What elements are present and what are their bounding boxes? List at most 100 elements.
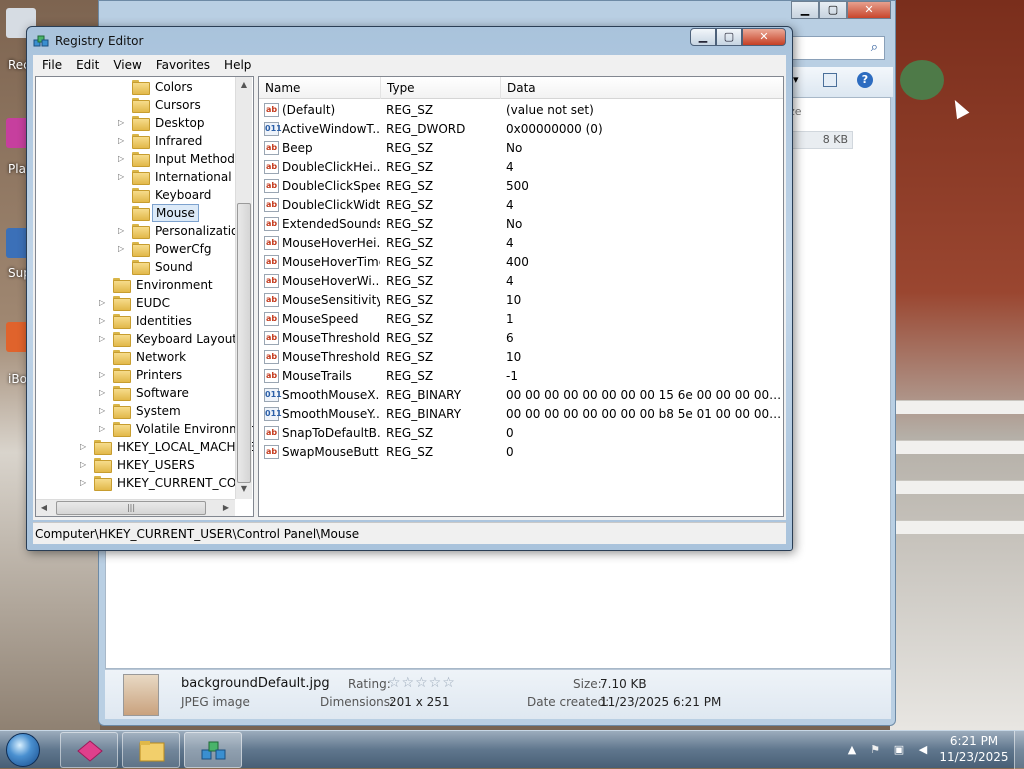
value-row[interactable]: ab MouseHoverTime REG_SZ 400: [259, 253, 783, 272]
search-icon[interactable]: ⌕: [871, 40, 878, 55]
column-header-name[interactable]: Name: [259, 77, 381, 99]
values-list-header: Name Type Data: [259, 77, 783, 99]
explorer-search-box[interactable]: ⌕: [789, 36, 885, 60]
tree-scroll-thumb[interactable]: [237, 203, 251, 483]
expand-arrow-icon[interactable]: ▷: [99, 384, 105, 402]
clock[interactable]: 6:21 PM 11/23/2025: [936, 733, 1012, 765]
start-button[interactable]: [6, 733, 40, 767]
value-row[interactable]: ab MouseSensitivity REG_SZ 10: [259, 291, 783, 310]
taskbar-button-app[interactable]: [60, 732, 118, 768]
action-center-icon[interactable]: ⚑: [868, 743, 882, 757]
expand-arrow-icon[interactable]: ▷: [80, 438, 86, 456]
folder-icon: [132, 188, 150, 203]
expand-arrow-icon[interactable]: ▷: [118, 132, 124, 150]
scroll-right-icon[interactable]: ▶: [218, 500, 234, 516]
value-row[interactable]: ab MouseHoverWi... REG_SZ 4: [259, 272, 783, 291]
desktop-icon-label: iBo: [8, 372, 27, 386]
string-value-icon: ab: [264, 293, 279, 307]
value-type: REG_SZ: [386, 369, 434, 383]
value-row[interactable]: ab MouseThreshold2 REG_SZ 10: [259, 348, 783, 367]
value-row[interactable]: ab MouseSpeed REG_SZ 1: [259, 310, 783, 329]
value-row[interactable]: ab ExtendedSounds REG_SZ No: [259, 215, 783, 234]
taskbar-button-regedit[interactable]: [184, 732, 242, 768]
network-icon[interactable]: ▣: [892, 743, 906, 757]
scroll-down-icon[interactable]: ▼: [236, 481, 252, 497]
close-button[interactable]: ✕: [742, 28, 786, 46]
menu-edit[interactable]: Edit: [69, 58, 106, 72]
folder-icon: [94, 440, 112, 455]
menu-view[interactable]: View: [106, 58, 148, 72]
tree-vertical-scrollbar[interactable]: ▲ ▼: [235, 77, 252, 499]
volume-muted-icon[interactable]: ◀: [916, 743, 930, 757]
title-bar[interactable]: Registry Editor ▁ ▢ ✕: [27, 27, 792, 55]
dimensions-label: Dimensions:: [320, 695, 395, 709]
menu-file[interactable]: File: [35, 58, 69, 72]
maximize-button[interactable]: ▢: [716, 28, 742, 46]
expand-arrow-icon[interactable]: ▷: [118, 222, 124, 240]
value-row[interactable]: ab SwapMouseButt... REG_SZ 0: [259, 443, 783, 462]
menu-favorites[interactable]: Favorites: [149, 58, 217, 72]
tree-node-label: System: [136, 404, 181, 418]
value-row[interactable]: 011 ActiveWindowT... REG_DWORD 0x00000000 (…: [259, 120, 783, 139]
expand-arrow-icon[interactable]: ▷: [80, 474, 86, 492]
string-value-icon: ab: [264, 217, 279, 231]
taskbar-button-explorer[interactable]: [122, 732, 180, 768]
value-name: MouseSpeed: [282, 312, 359, 326]
value-row[interactable]: ab (Default) REG_SZ (value not set): [259, 101, 783, 120]
expand-arrow-icon[interactable]: ▷: [80, 456, 86, 474]
value-type: REG_SZ: [386, 426, 434, 440]
value-row[interactable]: ab DoubleClickHei... REG_SZ 4: [259, 158, 783, 177]
expand-arrow-icon[interactable]: ▷: [99, 366, 105, 384]
show-hidden-icons[interactable]: ▲: [845, 743, 859, 757]
explorer-maximize-button[interactable]: ▢: [819, 1, 847, 19]
dimensions-value: 201 x 251: [389, 695, 450, 709]
value-type: REG_SZ: [386, 236, 434, 250]
value-row[interactable]: ab MouseThreshold1 REG_SZ 6: [259, 329, 783, 348]
string-value-icon: ab: [264, 255, 279, 269]
folder-icon: [113, 278, 131, 293]
tree-node-label: Keyboard: [155, 188, 212, 202]
value-type: REG_DWORD: [386, 122, 466, 136]
expand-arrow-icon[interactable]: ▷: [118, 240, 124, 258]
help-icon[interactable]: ?: [857, 72, 873, 88]
minimize-button[interactable]: ▁: [690, 28, 716, 46]
scroll-left-icon[interactable]: ◀: [36, 500, 52, 516]
show-desktop-button[interactable]: [1014, 731, 1024, 769]
expand-arrow-icon[interactable]: ▷: [118, 150, 124, 168]
folder-icon: [113, 404, 131, 419]
value-type: REG_SZ: [386, 198, 434, 212]
scroll-up-icon[interactable]: ▲: [236, 77, 252, 93]
expand-arrow-icon[interactable]: ▷: [99, 294, 105, 312]
tree-node-label: Software: [136, 386, 189, 400]
tree-node-label: Desktop: [155, 116, 205, 130]
value-data: -1: [506, 369, 518, 383]
value-row[interactable]: ab DoubleClickWidth REG_SZ 4: [259, 196, 783, 215]
expand-arrow-icon[interactable]: ▷: [99, 330, 105, 348]
value-row[interactable]: ab MouseHoverHei... REG_SZ 4: [259, 234, 783, 253]
expand-arrow-icon[interactable]: ▷: [99, 420, 105, 438]
value-row[interactable]: ab SnapToDefaultB... REG_SZ 0: [259, 424, 783, 443]
string-value-icon: ab: [264, 312, 279, 326]
explorer-close-button[interactable]: ✕: [847, 1, 891, 19]
explorer-minimize-button[interactable]: ▁: [791, 1, 819, 19]
value-name: ExtendedSounds: [282, 217, 380, 231]
preview-pane-icon[interactable]: [823, 73, 837, 87]
value-row[interactable]: ab Beep REG_SZ No: [259, 139, 783, 158]
value-row[interactable]: 011 SmoothMouseX... REG_BINARY 00 00 00 00 …: [259, 386, 783, 405]
expand-arrow-icon[interactable]: ▷: [118, 114, 124, 132]
string-value-icon: ab: [264, 103, 279, 117]
expand-arrow-icon[interactable]: ▷: [99, 402, 105, 420]
expand-arrow-icon[interactable]: ▷: [99, 312, 105, 330]
status-bar: Computer\HKEY_CURRENT_USER\Control Panel…: [33, 522, 786, 544]
value-row[interactable]: ab MouseTrails REG_SZ -1: [259, 367, 783, 386]
value-row[interactable]: ab DoubleClickSpeed REG_SZ 500: [259, 177, 783, 196]
value-row[interactable]: 011 SmoothMouseY... REG_BINARY 00 00 00 00 …: [259, 405, 783, 424]
rating-stars[interactable]: ☆☆☆☆☆: [388, 675, 456, 691]
column-header-type[interactable]: Type: [381, 77, 501, 99]
chevron-down-icon[interactable]: ▾: [793, 73, 799, 86]
expand-arrow-icon[interactable]: ▷: [118, 168, 124, 186]
tree-hscroll-thumb[interactable]: |||: [56, 501, 206, 515]
tree-horizontal-scrollbar[interactable]: ◀ ||| ▶: [36, 499, 235, 516]
column-header-data[interactable]: Data: [501, 77, 783, 99]
menu-help[interactable]: Help: [217, 58, 258, 72]
